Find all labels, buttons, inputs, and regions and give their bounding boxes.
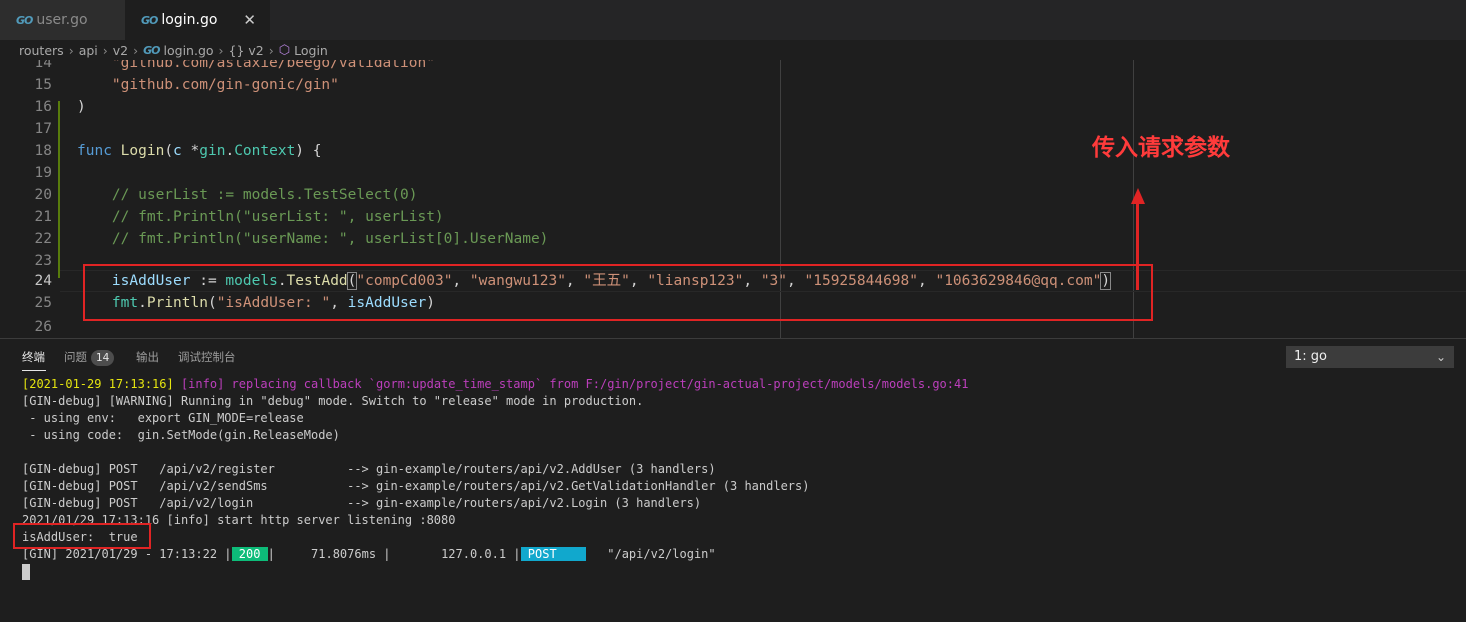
breadcrumb: routers › api › v2 › GO login.go › {} v2… [0, 40, 1466, 60]
line-number: 25 [34, 295, 52, 311]
editor-tab-bar: GO user.go GO login.go ✕ [0, 0, 1466, 40]
terminal-line: [GIN-debug] POST /api/v2/login --> gin-e… [22, 496, 702, 510]
tab-login-go[interactable]: GO login.go ✕ [125, 0, 270, 40]
tab-label: user.go [36, 12, 88, 28]
code-comment: // fmt.Println("userList: ", userList) [77, 209, 444, 225]
code-line: 17 [0, 118, 1466, 140]
line-number: 14 [34, 60, 52, 71]
panel-tab-bar: 终端 问题 14 输出 调试控制台 [0, 339, 1466, 373]
git-modified-gutter-bar [58, 101, 60, 278]
code-text: func Login(c *gin.Context) { [77, 143, 322, 159]
terminal-select-value: 1: go [1294, 349, 1327, 364]
annotation-label: 传入请求参数 [1092, 135, 1230, 161]
chevron-down-icon: ⌄ [1435, 350, 1446, 364]
chevron-right-icon: › [133, 42, 139, 58]
highlight-box-code [83, 264, 1153, 321]
chevron-right-icon: › [218, 42, 224, 58]
code-line: 14 "github.com/astaxie/beego/validation" [0, 60, 1466, 74]
line-number: 16 [34, 99, 52, 115]
code-line: 16 ) [0, 96, 1466, 118]
breadcrumb-item-api[interactable]: api [79, 43, 98, 58]
go-file-icon: GO [143, 43, 160, 57]
code-line: 22 // fmt.Println("userName: ", userList… [0, 228, 1466, 250]
log-prefix: [GIN] 2021/01/29 - 17:13:22 | [22, 547, 232, 561]
code-line: 18 func Login(c *gin.Context) { [0, 140, 1466, 162]
breadcrumb-item-symbol[interactable]: Login [294, 43, 328, 58]
tab-user-go[interactable]: GO user.go [0, 0, 125, 40]
line-number: 21 [34, 209, 52, 225]
code-line: 21 // fmt.Println("userList: ", userList… [0, 206, 1466, 228]
breadcrumb-item-file[interactable]: login.go [164, 43, 214, 58]
code-line: 20 // userList := models.TestSelect(0) [0, 184, 1466, 206]
terminal-line: [GIN-debug] POST /api/v2/register --> gi… [22, 462, 716, 476]
tab-terminal[interactable]: 终端 [22, 349, 45, 365]
terminal-line: - using code: gin.SetMode(gin.ReleaseMod… [22, 428, 340, 442]
code-text: "github.com/astaxie/beego/validation" [111, 60, 435, 71]
active-tab-underline [22, 370, 46, 371]
tab-problems[interactable]: 问题 14 [64, 349, 115, 366]
line-number: 24 [34, 273, 52, 289]
line-number: 19 [34, 165, 52, 181]
code-line: 15 "github.com/gin-gonic/gin" [0, 74, 1466, 96]
tab-debug-console[interactable]: 调试控制台 [178, 349, 236, 365]
line-number: 23 [34, 253, 52, 269]
highlight-box-output [13, 523, 151, 549]
log-timing: | 71.8076ms | 127.0.0.1 | [267, 547, 521, 561]
line-number: 15 [34, 77, 52, 93]
line-number: 26 [34, 319, 52, 335]
terminal-line: - using env: export GIN_MODE=release [22, 411, 304, 425]
breadcrumb-item-v2[interactable]: v2 [113, 43, 128, 58]
terminal-select[interactable]: 1: go ⌄ [1286, 346, 1454, 368]
terminal-line: [GIN-debug] [WARNING] Running in "debug"… [22, 394, 644, 408]
terminal-cursor [22, 564, 30, 580]
tab-label: login.go [161, 12, 218, 28]
line-number: 18 [34, 143, 52, 159]
line-number: 17 [34, 121, 52, 137]
breadcrumb-item-namespace[interactable]: {} v2 [229, 43, 264, 58]
go-file-icon: GO [141, 13, 158, 27]
status-badge: 200 [231, 547, 268, 561]
tab-label: 问题 [64, 350, 87, 364]
close-icon[interactable]: ✕ [243, 11, 256, 29]
problems-count-badge: 14 [91, 350, 115, 366]
tab-output[interactable]: 输出 [136, 349, 159, 365]
code-comment: // fmt.Println("userName: ", userList[0]… [77, 231, 549, 247]
code-text: ) [77, 99, 86, 115]
code-text: "github.com/gin-gonic/gin" [111, 77, 339, 93]
line-number: 22 [34, 231, 52, 247]
chevron-right-icon: › [268, 42, 274, 58]
breadcrumb-item-routers[interactable]: routers [19, 43, 64, 58]
log-path: "/api/v2/login" [585, 547, 716, 561]
code-line: 19 [0, 162, 1466, 184]
terminal-line: [GIN-debug] POST /api/v2/sendSms --> gin… [22, 479, 810, 493]
line-number: 20 [34, 187, 52, 203]
chevron-right-icon: › [102, 42, 108, 58]
method-badge: POST [520, 547, 586, 561]
terminal-line: [2021-01-29 17:13:16] [info] replacing c… [22, 377, 969, 391]
go-file-icon: GO [16, 13, 33, 27]
chevron-right-icon: › [68, 42, 74, 58]
code-comment: // userList := models.TestSelect(0) [77, 187, 418, 203]
method-cube-icon: ⬡ [278, 42, 291, 58]
